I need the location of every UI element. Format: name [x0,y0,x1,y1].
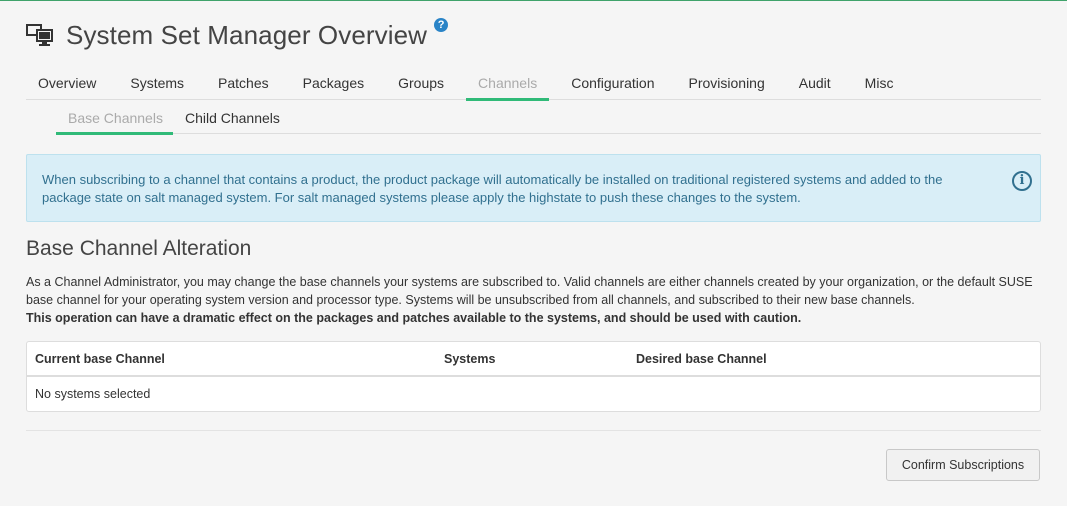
tab-channels[interactable]: Channels [466,69,550,101]
tab-provisioning[interactable]: Provisioning [688,69,764,100]
info-icon: i [1012,171,1032,191]
column-current-base-channel[interactable]: Current base Channel [35,352,165,366]
channel-subtabs: Base Channels Child Channels [56,102,1041,135]
section-title: Base Channel Alteration [26,237,252,260]
column-systems[interactable]: Systems [444,352,495,366]
info-alert: When subscribing to a channel that conta… [26,154,1041,222]
channels-table: Current base Channel Systems Desired bas… [26,341,1041,412]
warning-text: This operation can have a dramatic effec… [26,311,802,325]
system-set-icon [26,24,53,46]
table-header: Current base Channel Systems Desired bas… [27,342,1040,377]
subtab-child-channels[interactable]: Child Channels [185,102,280,134]
divider [26,430,1041,431]
section-description: As a Channel Administrator, you may chan… [26,273,1041,327]
tab-misc[interactable]: Misc [865,69,894,100]
column-desired-base-channel[interactable]: Desired base Channel [636,352,767,366]
tab-overview[interactable]: Overview [38,69,96,100]
help-icon[interactable]: ? [434,18,449,32]
page-header: System Set Manager Overview ? [26,15,449,55]
description-text: As a Channel Administrator, you may chan… [26,275,1033,307]
alert-text: When subscribing to a channel that conta… [42,172,943,205]
confirm-subscriptions-button[interactable]: Confirm Subscriptions [886,449,1040,481]
page-title: System Set Manager Overview [66,19,428,50]
tab-audit[interactable]: Audit [799,69,831,100]
tab-packages[interactable]: Packages [303,69,364,100]
tab-systems[interactable]: Systems [130,69,184,100]
tab-patches[interactable]: Patches [218,69,269,100]
empty-message: No systems selected [35,387,151,401]
main-tabs: Overview Systems Patches Packages Groups… [26,69,1041,101]
tab-groups[interactable]: Groups [398,69,444,100]
tab-configuration[interactable]: Configuration [571,69,654,100]
subtab-base-channels[interactable]: Base Channels [56,102,173,135]
table-row: No systems selected [27,377,1040,411]
